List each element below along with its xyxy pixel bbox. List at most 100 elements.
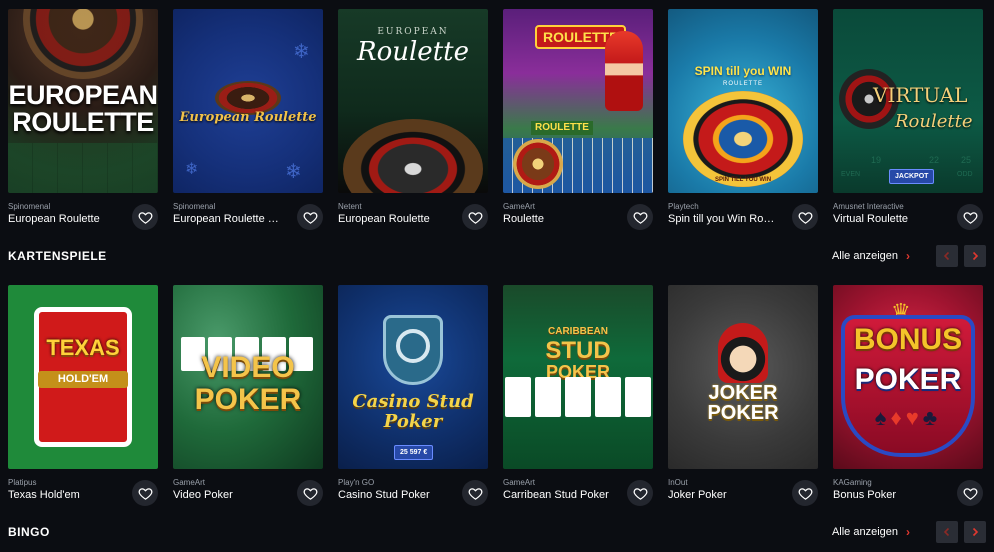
chevron-right-icon: › — [906, 249, 910, 263]
game-card[interactable]: CARIBBEAN STUD POKER GameArt Carribean S… — [503, 285, 653, 513]
game-meta: GameArt Roulette — [503, 202, 613, 227]
heart-outline-icon — [468, 487, 482, 500]
show-all-link[interactable]: Alle anzeigen › — [832, 525, 910, 539]
game-card[interactable]: JOKER POKER InOut Joker Poker — [668, 285, 818, 513]
game-name[interactable]: European Roulette Ch... — [173, 212, 283, 227]
felt-number-19: 19 — [871, 155, 882, 165]
game-name[interactable]: Roulette — [503, 212, 613, 227]
game-card[interactable]: ❄ ❄ ❄ European Roulette Spinomenal Europ… — [173, 9, 323, 237]
game-meta: InOut Joker Poker — [668, 478, 778, 503]
favorite-button[interactable] — [462, 480, 488, 506]
game-art-title: JOKER — [708, 382, 778, 404]
game-thumbnail[interactable]: SPIN till you WIN ROULETTE SPIN TILL YOU… — [668, 9, 818, 193]
game-thumbnail[interactable]: ROULETTE ROULETTE — [503, 9, 653, 193]
game-card[interactable]: VIRTUAL Roulette 19 22 25 EVEN ODD JACKP… — [833, 9, 983, 237]
show-all-label: Alle anzeigen — [831, 526, 898, 538]
favorite-button[interactable] — [627, 480, 653, 506]
carousel-next-button[interactable] — [964, 245, 986, 267]
favorite-button[interactable] — [792, 204, 818, 230]
favorite-button[interactable] — [132, 204, 158, 230]
game-thumbnail[interactable]: CARIBBEAN STUD POKER — [503, 285, 653, 469]
game-card[interactable]: SPIN till you WIN ROULETTE SPIN TILL YOU… — [668, 9, 818, 237]
game-provider: KAGaming — [833, 478, 872, 487]
game-provider: Spinomenal — [8, 202, 51, 211]
game-thumbnail[interactable]: EUROPEAN Roulette — [338, 9, 488, 193]
chevron-right-icon — [972, 251, 979, 261]
game-name[interactable]: Joker Poker — [668, 488, 778, 503]
favorite-button[interactable] — [957, 204, 983, 230]
game-art-title-secondary: STUD — [545, 337, 611, 364]
felt-number-22: 22 — [929, 155, 940, 165]
carousel-next-button[interactable] — [964, 521, 986, 543]
heart-outline-icon — [963, 211, 977, 224]
game-meta: Spinomenal European Roulette — [8, 202, 118, 227]
show-all-link[interactable]: Alle anzeigen › — [832, 249, 910, 263]
game-name[interactable]: European Roulette — [338, 212, 448, 227]
game-name[interactable]: Carribean Stud Poker — [503, 488, 613, 503]
game-meta: Spinomenal European Roulette Ch... — [173, 202, 283, 227]
game-art-title: Roulette — [357, 37, 469, 67]
game-art-title: VIDEO — [201, 351, 295, 384]
game-name[interactable]: Virtual Roulette — [833, 212, 943, 227]
snowflake-decor: ❄ — [285, 161, 302, 183]
game-art-title: EUROPEAN ROULETTE — [8, 80, 158, 137]
game-thumbnail[interactable]: ❄ ❄ ❄ European Roulette — [173, 9, 323, 193]
game-thumbnail[interactable]: JOKER POKER — [668, 285, 818, 469]
game-meta: GameArt Carribean Stud Poker — [503, 478, 613, 503]
carousel-prev-button[interactable] — [936, 245, 958, 267]
game-name[interactable]: Spin till you Win Roule... — [668, 212, 778, 227]
game-name[interactable]: European Roulette — [8, 212, 118, 227]
favorite-button[interactable] — [132, 480, 158, 506]
character-art — [605, 31, 643, 111]
spade-icon: ♠ — [874, 405, 891, 430]
game-card[interactable]: Casino Stud Poker 25 597 € Play'n GO Cas… — [338, 285, 488, 513]
game-provider: Amusnet Interactive — [833, 202, 904, 211]
favorite-button[interactable] — [297, 204, 323, 230]
favorite-button[interactable] — [297, 480, 323, 506]
game-thumbnail[interactable]: Casino Stud Poker 25 597 € — [338, 285, 488, 469]
felt-label-even: EVEN — [841, 171, 861, 178]
game-art-title-secondary: Poker — [383, 411, 443, 432]
roulette-table-art — [8, 143, 158, 193]
game-provider: Play'n GO — [338, 478, 375, 487]
wheel-text: SPIN TILL YOU WIN — [714, 177, 772, 183]
heart-outline-icon — [303, 487, 317, 500]
game-thumbnail[interactable]: EUROPEAN ROULETTE — [8, 9, 158, 193]
section-title: BINGO — [8, 525, 50, 539]
game-name[interactable]: Texas Hold'em — [8, 488, 118, 503]
chevron-left-icon — [943, 251, 950, 261]
game-provider: Playtech — [668, 202, 699, 211]
game-provider: Spinomenal — [173, 202, 216, 211]
game-thumbnail[interactable]: VIRTUAL Roulette 19 22 25 EVEN ODD JACKP… — [833, 9, 983, 193]
favorite-button[interactable] — [627, 204, 653, 230]
heart-icon: ♥ — [905, 405, 923, 430]
game-thumbnail[interactable]: TEXAS HOLD'EM — [8, 285, 158, 469]
game-card[interactable]: VIDEO POKER GameArt Video Poker — [173, 285, 323, 513]
favorite-button[interactable] — [792, 480, 818, 506]
game-card[interactable]: ♛ BONUS POKER ♠♦♥♣ KAGaming Bonus Poker — [833, 285, 983, 513]
game-card[interactable]: ROULETTE ROULETTE GameArt Roulette — [503, 9, 653, 237]
game-thumbnail[interactable]: ♛ BONUS POKER ♠♦♥♣ — [833, 285, 983, 469]
favorite-button[interactable] — [462, 204, 488, 230]
game-name[interactable]: Bonus Poker — [833, 488, 943, 503]
game-art-title: CARIBBEAN — [548, 326, 608, 337]
heart-outline-icon — [798, 211, 812, 224]
game-art-title: Casino Stud — [352, 391, 474, 412]
game-card[interactable]: EUROPEAN ROULETTE Spinomenal European Ro… — [8, 9, 158, 237]
favorite-button[interactable] — [957, 480, 983, 506]
game-thumbnail[interactable]: VIDEO POKER — [173, 285, 323, 469]
game-card[interactable]: TEXAS HOLD'EM Platipus Texas Hold'em — [8, 285, 158, 513]
game-provider: GameArt — [503, 478, 536, 487]
snowflake-decor: ❄ — [293, 41, 310, 63]
carousel-prev-button[interactable] — [936, 521, 958, 543]
section-header-cards: KARTENSPIELE Alle anzeigen › — [8, 245, 986, 267]
heart-outline-icon — [468, 211, 482, 224]
game-provider: GameArt — [173, 478, 206, 487]
heart-outline-icon — [633, 211, 647, 224]
game-meta: KAGaming Bonus Poker — [833, 478, 943, 503]
game-name[interactable]: Casino Stud Poker — [338, 488, 448, 503]
roulette-wheel-art — [343, 119, 483, 193]
game-card[interactable]: EUROPEAN Roulette Netent European Roulet… — [338, 9, 488, 237]
game-name[interactable]: Video Poker — [173, 488, 283, 503]
game-art-title-secondary: POKER — [707, 402, 779, 424]
